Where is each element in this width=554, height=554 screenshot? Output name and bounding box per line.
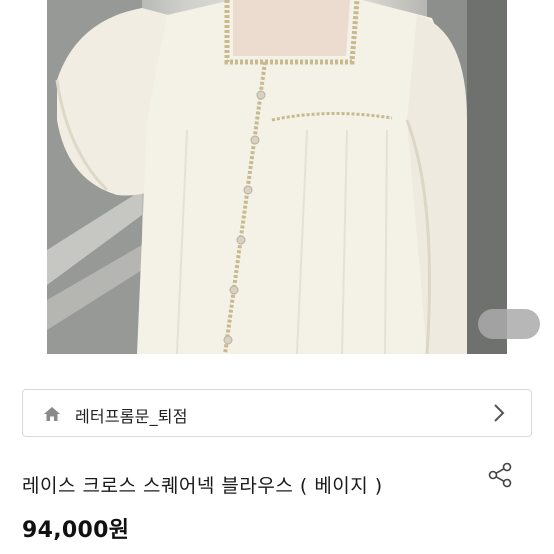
chevron-right-icon: [493, 403, 505, 423]
product-image-carousel[interactable]: [0, 0, 554, 372]
product-price: 94,000원: [22, 518, 130, 543]
share-icon[interactable]: [486, 461, 514, 489]
product-title: 레이스 크로스 스퀘어넥 블라우스 ( 베이지 ): [22, 475, 383, 497]
store-link[interactable]: 레터프롬문_퇴점: [22, 389, 532, 437]
product-photo[interactable]: [47, 0, 507, 354]
home-icon: [43, 405, 61, 423]
store-name: 레터프롬문_퇴점: [75, 407, 188, 426]
blouse-illustration: [47, 0, 507, 354]
image-pager-indicator: [478, 309, 540, 339]
